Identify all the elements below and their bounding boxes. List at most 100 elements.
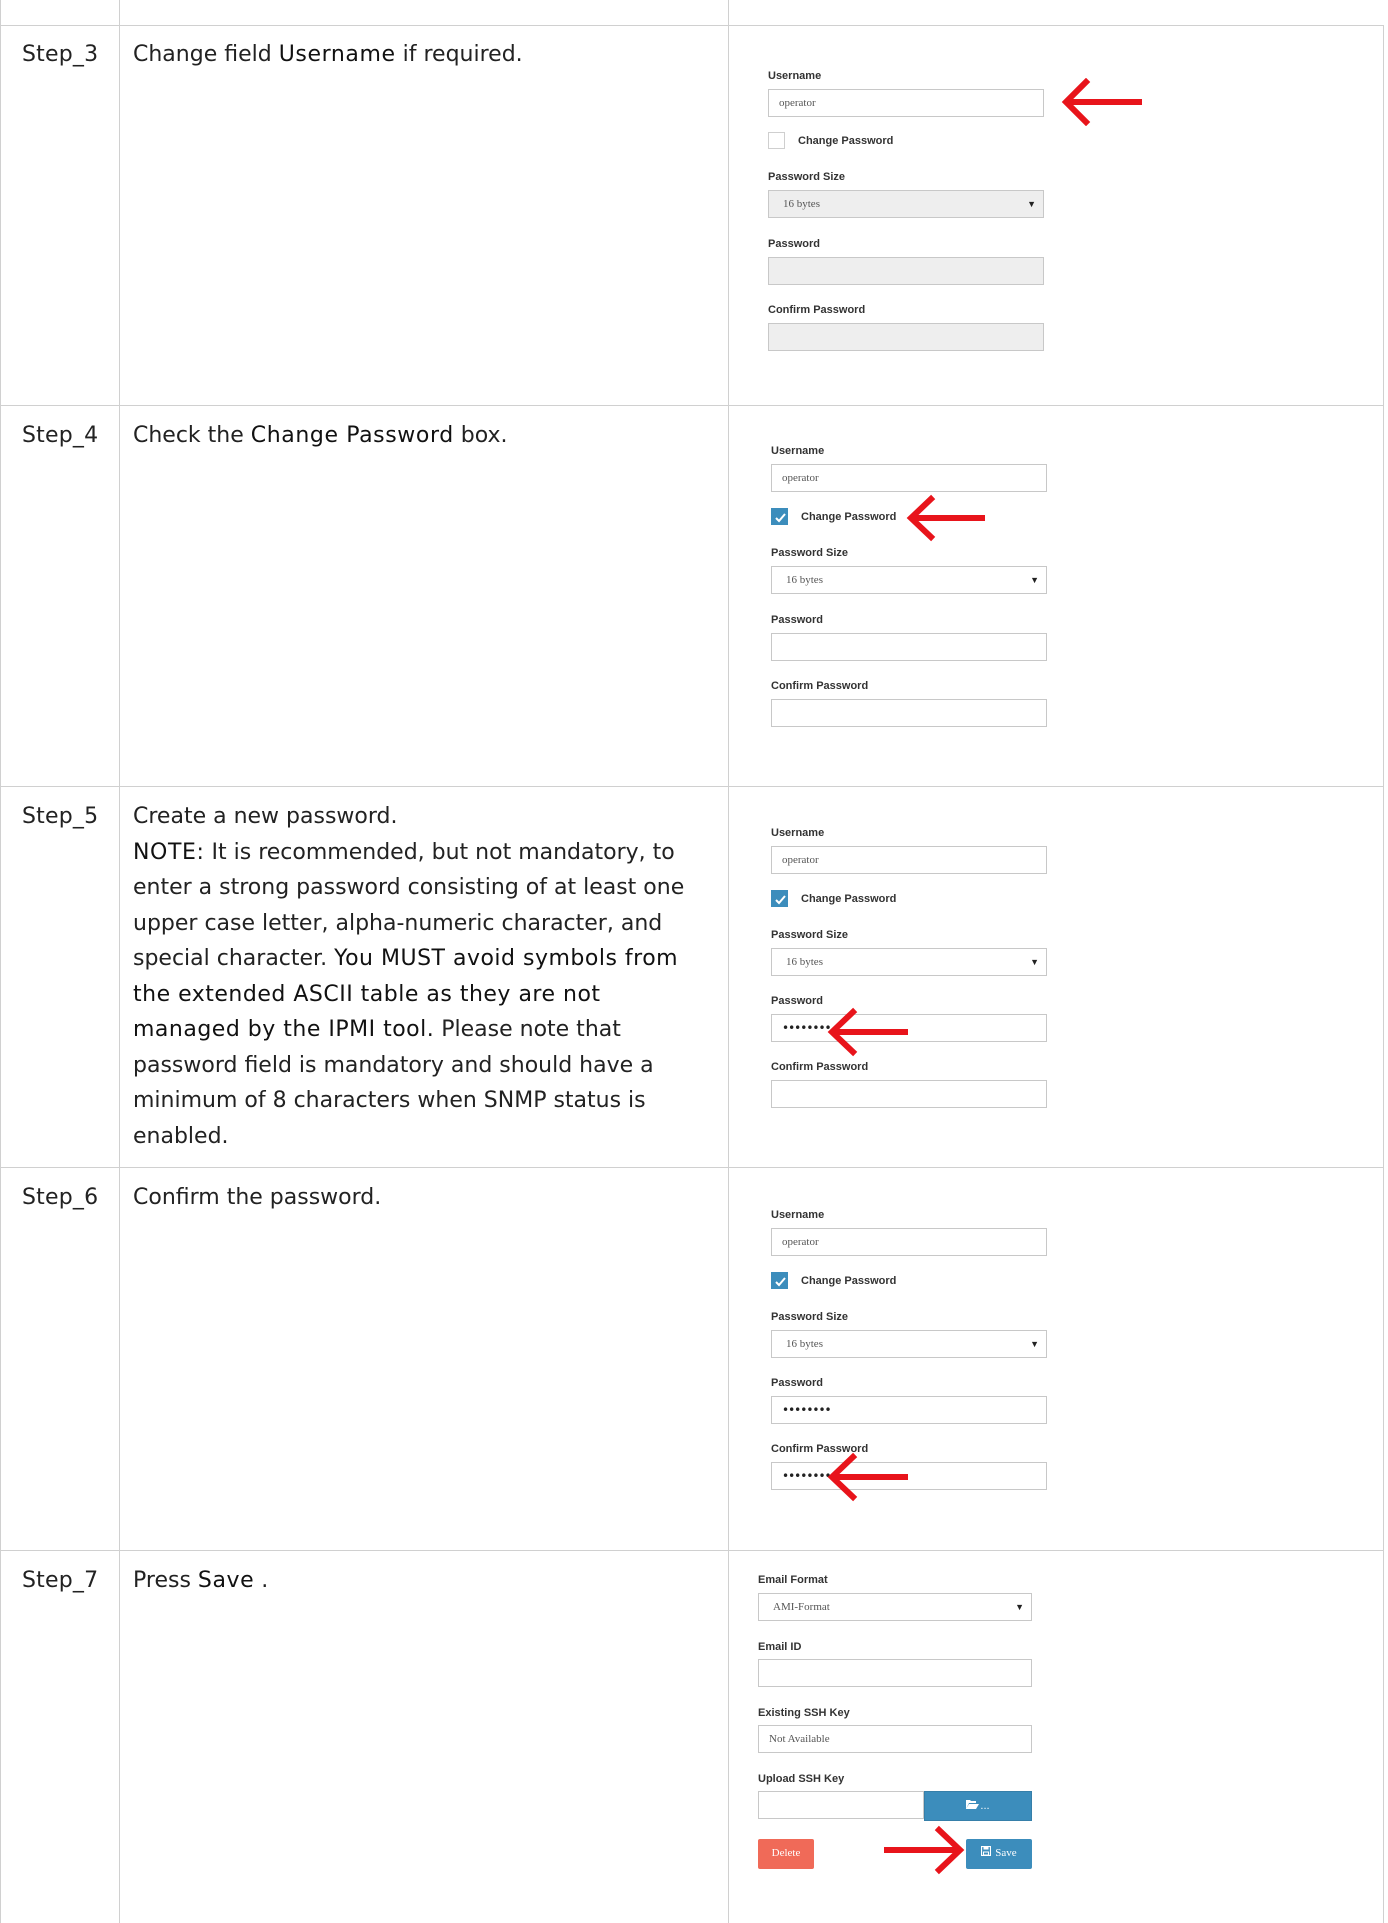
caret-down-icon: ▼ [1027,199,1036,209]
row-divider [0,1167,1384,1168]
desc-text: Change field [133,42,279,67]
table-column-divider-1 [119,0,120,1923]
caret-down-icon: ▼ [1030,575,1039,585]
note-label: NOTE: [133,839,205,865]
checkmark-icon [775,895,786,905]
password-label: Password [768,238,820,250]
red-arrow-icon [906,494,985,542]
password-size-label: Password Size [768,171,846,183]
username-input[interactable]: operator [771,464,1047,492]
password-size-value: 16 bytes [786,1338,823,1350]
step-label: Step_7 [22,1568,99,1593]
password-size-value: 16 bytes [786,574,823,586]
password-label: Password [771,614,823,626]
password-size-value: 16 bytes [786,956,823,968]
password-input[interactable] [768,257,1044,285]
upload-ssh-key-input[interactable] [758,1791,924,1819]
change-password-checkbox[interactable] [768,132,785,149]
username-input[interactable]: operator [771,846,1047,874]
username-label: Username [771,1209,825,1221]
username-label: Username [771,827,825,839]
change-password-label: Change Password [801,1275,897,1287]
username-input[interactable]: operator [768,89,1044,117]
desc-text: box. [453,423,508,448]
browse-label: ... [980,1800,990,1812]
change-password-checkbox[interactable] [771,890,788,907]
checkmark-icon [775,1277,786,1287]
change-password-checkbox[interactable] [771,1272,788,1289]
step-label: Step_5 [22,804,99,829]
password-input[interactable]: •••••••• [771,1396,1047,1424]
caret-down-icon: ▼ [1015,1602,1024,1612]
password-size-label: Password Size [771,929,849,941]
confirm-password-input[interactable] [771,699,1047,727]
table-right-border [1383,25,1384,1923]
step-description: Press Save . [133,1563,723,1599]
desc-text: Check the [133,423,251,448]
upload-ssh-key-label: Upload SSH Key [758,1773,845,1785]
user-form-screenshot: Username operator Change Password Passwo… [771,823,1071,1123]
password-input[interactable]: •••••••• [771,1014,1047,1042]
user-form-screenshot: Username operator Change Password Passwo… [768,66,1068,366]
floppy-disk-icon [981,1839,992,1867]
password-size-select[interactable]: 16 bytes ▼ [771,1330,1047,1358]
username-label: Username [768,70,822,82]
password-size-select[interactable]: 16 bytes ▼ [771,566,1047,594]
step-label: Step_6 [22,1185,99,1210]
row-divider [0,25,1384,26]
checkmark-icon [775,513,786,523]
email-format-label: Email Format [758,1574,828,1586]
step-description: Change field Username if required. [133,37,723,73]
save-button[interactable]: Save [966,1839,1032,1869]
confirm-password-label: Confirm Password [771,680,869,692]
table-left-border [0,0,1,1923]
red-arrow-icon [884,1825,965,1875]
note-paragraph: NOTE: It is recommended, but not mandato… [133,835,713,1155]
step-label: Step_4 [22,423,99,448]
user-form-screenshot: Username operator Change Password Passwo… [771,1205,1071,1505]
confirm-password-label: Confirm Password [768,304,866,316]
confirm-password-input[interactable] [771,1080,1047,1108]
email-id-input[interactable] [758,1659,1032,1687]
desc-text: Create a new password. [133,804,398,829]
delete-button[interactable]: Delete [758,1839,814,1869]
step-description: Confirm the password. [133,1180,723,1216]
change-password-checkbox[interactable] [771,508,788,525]
password-size-value: 16 bytes [783,198,820,210]
confirm-password-label: Confirm Password [771,1061,869,1073]
email-format-select[interactable]: AMI-Format ▼ [758,1593,1032,1621]
desc-keyword: Change Password [250,423,454,448]
desc-keyword: Save [197,1568,255,1593]
username-label: Username [771,445,825,457]
password-size-label: Password Size [771,1311,849,1323]
step-label: Step_3 [22,42,99,67]
password-input[interactable] [771,633,1047,661]
confirm-password-input[interactable] [768,323,1044,351]
password-size-select[interactable]: 16 bytes ▼ [771,948,1047,976]
step-description: Check the Change Password box. [133,418,723,454]
red-arrow-icon [827,1452,908,1502]
save-label: Save [995,1847,1017,1859]
red-arrow-icon [1061,78,1142,126]
email-format-value: AMI-Format [773,1601,830,1613]
folder-open-icon [966,1792,980,1820]
row-divider [0,1550,1384,1551]
red-arrow-icon [827,1007,908,1057]
desc-keyword: Username [278,42,396,67]
step-description: Create a new password. NOTE: It is recom… [133,799,713,1154]
row-divider [0,786,1384,787]
password-label: Password [771,1377,823,1389]
desc-text: Press [133,1568,198,1593]
email-id-label: Email ID [758,1641,802,1653]
change-password-label: Change Password [801,511,897,523]
confirm-password-input[interactable]: •••••••• [771,1462,1047,1490]
username-input[interactable]: operator [771,1228,1047,1256]
row-divider [0,405,1384,406]
caret-down-icon: ▼ [1030,1339,1039,1349]
desc-text: Confirm the password. [133,1185,382,1210]
password-size-label: Password Size [771,547,849,559]
password-size-select[interactable]: 16 bytes ▼ [768,190,1044,218]
change-password-label: Change Password [801,893,897,905]
existing-ssh-key-label: Existing SSH Key [758,1707,850,1719]
browse-button[interactable]: ... [924,1791,1032,1821]
